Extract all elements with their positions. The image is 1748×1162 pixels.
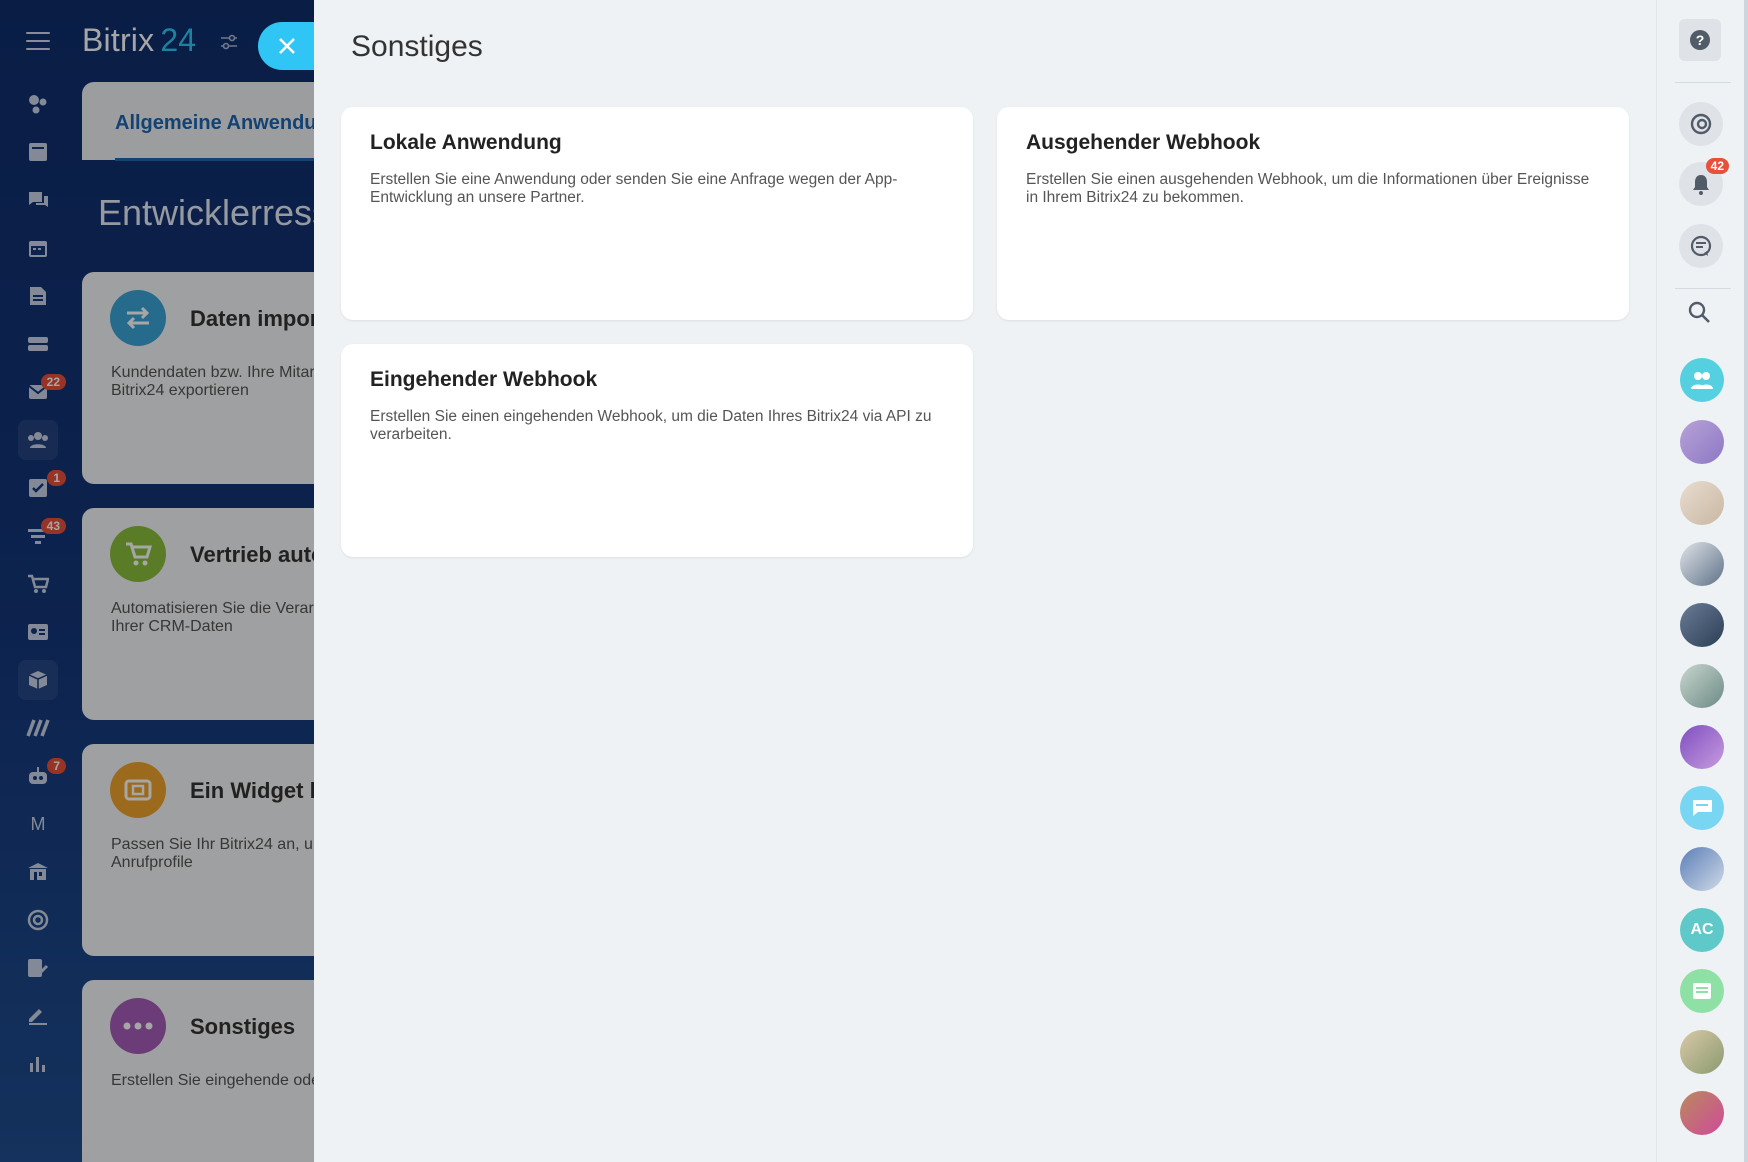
initials-avatar[interactable]: AC (1680, 908, 1724, 952)
open-lines-chat-icon[interactable] (1679, 224, 1723, 268)
user-avatar[interactable] (1680, 542, 1724, 586)
close-icon (278, 31, 296, 62)
notifications-badge: 42 (1705, 158, 1729, 174)
slider-panel: Sonstiges Lokale Anwendung Erstellen Sie… (314, 0, 1748, 1162)
user-avatar[interactable] (1680, 725, 1724, 769)
news-avatar[interactable] (1680, 969, 1724, 1013)
user-avatar[interactable] (1680, 664, 1724, 708)
scrollbar[interactable] (1744, 0, 1748, 1162)
card-local-app[interactable]: Lokale Anwendung Erstellen Sie eine Anwe… (341, 107, 973, 320)
divider (1675, 288, 1731, 289)
group-chat-avatar[interactable] (1680, 358, 1724, 402)
slider-title: Sonstiges (351, 30, 483, 63)
card-title: Ausgehender Webhook (1026, 131, 1261, 154)
user-avatar[interactable] (1680, 481, 1724, 525)
chat-bubble-avatar[interactable] (1680, 786, 1724, 830)
help-icon: ? (1690, 30, 1710, 50)
user-avatar[interactable] (1680, 420, 1724, 464)
close-slider-button[interactable] (258, 22, 322, 70)
card-incoming-webhook[interactable]: Eingehender Webhook Erstellen Sie einen … (341, 344, 973, 557)
right-bar: ? 42 AC (1656, 0, 1748, 1162)
avatar-initials: AC (1690, 921, 1714, 938)
notifications-bell-icon[interactable]: 42 (1679, 158, 1729, 206)
card-title: Eingehender Webhook (370, 368, 598, 391)
user-avatar[interactable] (1680, 1030, 1724, 1074)
card-description: Erstellen Sie eine Anwendung oder senden… (370, 171, 898, 206)
help-button[interactable]: ? (1679, 19, 1721, 61)
card-description: Erstellen Sie einen eingehenden Webhook,… (370, 408, 932, 443)
user-avatar[interactable] (1680, 1091, 1724, 1135)
divider (1675, 82, 1731, 83)
card-title: Lokale Anwendung (370, 131, 562, 154)
user-avatar[interactable] (1680, 847, 1724, 891)
card-outgoing-webhook[interactable]: Ausgehender Webhook Erstellen Sie einen … (997, 107, 1629, 320)
user-avatar[interactable] (1680, 603, 1724, 647)
overlay-dim (0, 0, 314, 1162)
copilot-icon[interactable] (1679, 102, 1723, 146)
card-description: Erstellen Sie einen ausgehenden Webhook,… (1026, 171, 1590, 206)
search-icon[interactable] (1687, 300, 1711, 331)
